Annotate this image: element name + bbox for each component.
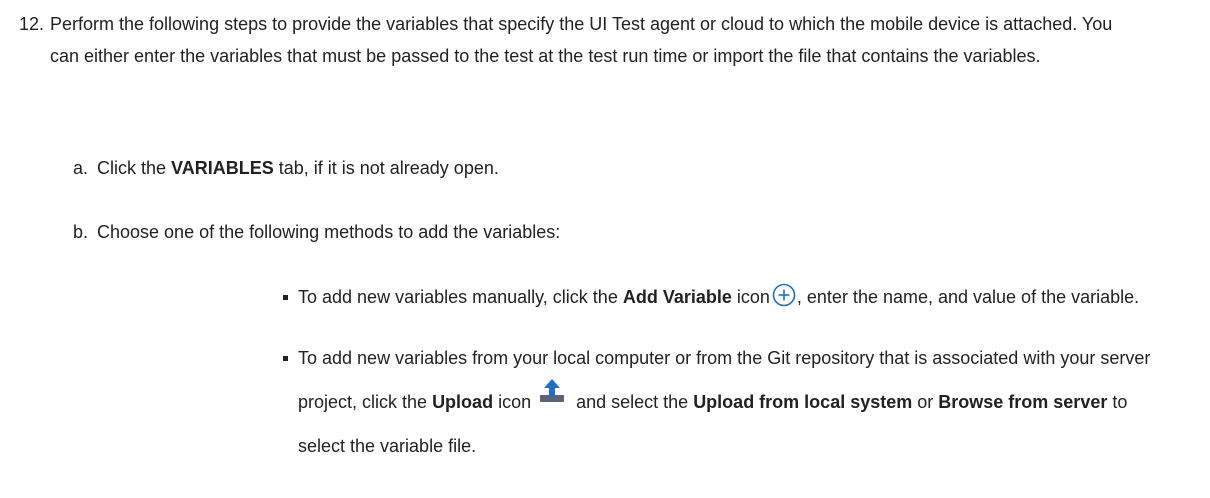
browse-from-server-label: Browse from server: [938, 392, 1108, 412]
add-circle-icon: [772, 283, 796, 307]
bullet-2-mid2: and select the: [571, 392, 694, 412]
bullet-2-mid3: or: [912, 392, 939, 412]
add-variable-label: Add Variable: [622, 287, 732, 307]
upload-icon: [537, 376, 567, 406]
substep-b: b. Choose one of the following methods to…: [73, 216, 560, 248]
bullet-2-mid1: icon: [493, 392, 532, 412]
bullet-upload: To add new variables from your local com…: [283, 342, 1163, 468]
bullet-1-mid: icon: [731, 287, 770, 307]
substep-a: a. Click the VARIABLES tab, if it is not …: [73, 152, 499, 184]
substep-a-pre: Click the: [97, 158, 172, 178]
bullet-marker: [283, 356, 288, 361]
step-number: 12.: [19, 14, 45, 34]
bullet-2-text: To add new variables from your local com…: [298, 336, 1163, 468]
substep-a-label: a.: [73, 158, 89, 178]
bullet-1-post: , enter the name, and value of the varia…: [796, 287, 1140, 307]
bullet-1-text: To add new variables manually, click the…: [298, 281, 1163, 313]
bullet-add-manually: To add new variables manually, click the…: [283, 281, 1163, 313]
variables-tab-name: VARIABLES: [171, 158, 274, 178]
upload-from-local-label: Upload from local system: [693, 392, 913, 412]
substep-b-label: b.: [73, 222, 89, 242]
substep-a-post: tab, if it is not already open.: [273, 158, 499, 178]
bullet-marker: [283, 295, 288, 300]
step-text: Perform the following steps to provide t…: [50, 14, 1113, 66]
substep-b-text: Choose one of the following methods to a…: [97, 222, 561, 242]
bullet-1-pre: To add new variables manually, click the: [298, 287, 623, 307]
upload-label: Upload: [432, 392, 494, 412]
